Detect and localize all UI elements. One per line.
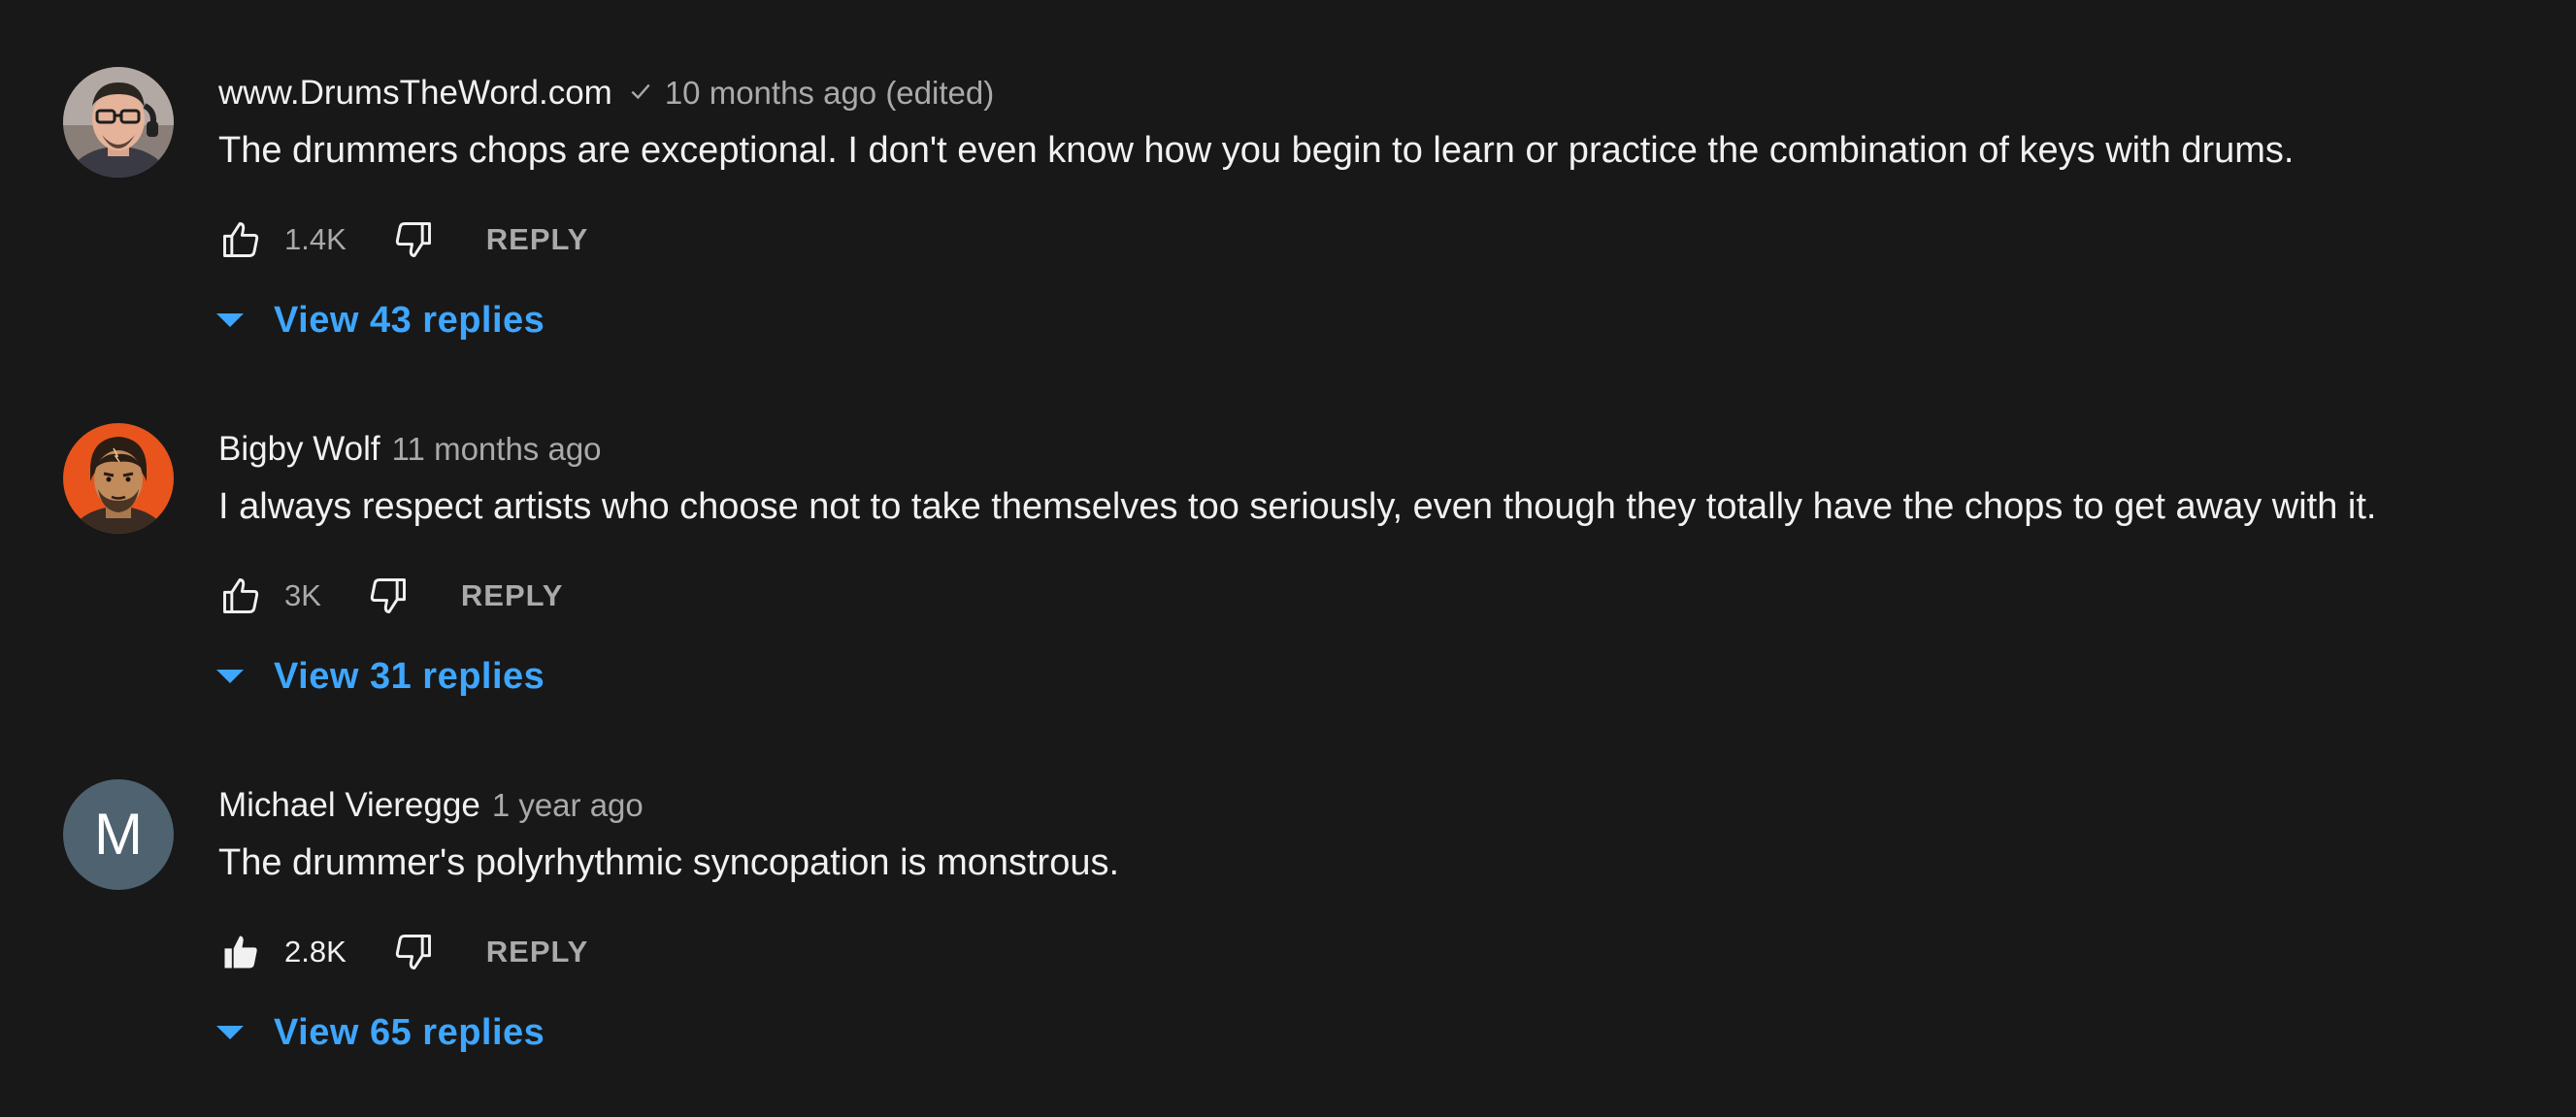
- dislike-button[interactable]: [391, 217, 436, 262]
- reply-button[interactable]: REPLY: [461, 578, 564, 613]
- thumb-down-icon: [395, 935, 431, 969]
- comment-timestamp[interactable]: 1 year ago: [492, 787, 644, 824]
- like-count: 2.8K: [284, 935, 347, 969]
- reply-button[interactable]: REPLY: [486, 935, 589, 969]
- like-button[interactable]: [218, 217, 263, 262]
- comment-timestamp[interactable]: 10 months ago (edited): [665, 75, 994, 112]
- comment-text: I always respect artists who choose not …: [218, 486, 2377, 527]
- author-name[interactable]: Bigby Wolf: [218, 430, 380, 469]
- like-button[interactable]: [218, 574, 263, 618]
- dislike-button[interactable]: [391, 930, 436, 974]
- comment-header: Michael Vieregge 1 year ago: [218, 782, 644, 829]
- avatar[interactable]: [63, 423, 174, 534]
- comment-header: Bigby Wolf 11 months ago: [218, 426, 602, 473]
- comment-text: The drummers chops are exceptional. I do…: [218, 130, 2295, 171]
- view-replies-label: View 65 replies: [274, 1011, 545, 1053]
- comment-actions: 1.4K REPLY: [218, 215, 588, 264]
- checkmark-icon: [628, 79, 653, 109]
- caret-down-icon: [216, 313, 244, 327]
- dislike-button[interactable]: [366, 574, 411, 618]
- avatar[interactable]: M: [63, 779, 174, 890]
- like-button[interactable]: [218, 930, 263, 974]
- author-name[interactable]: Michael Vieregge: [218, 786, 480, 825]
- thumb-down-icon: [370, 578, 406, 613]
- thumb-up-icon: [224, 936, 257, 969]
- caret-down-icon: [216, 1026, 244, 1039]
- bigby-wolf-avatar-icon: [63, 423, 174, 534]
- view-replies-label: View 31 replies: [274, 655, 545, 697]
- author-name[interactable]: www.DrumsTheWord.com: [218, 74, 612, 113]
- comment-actions: 3K REPLY: [218, 572, 563, 620]
- like-count: 3K: [284, 578, 321, 612]
- comment-text: The drummer's polyrhythmic syncopation i…: [218, 842, 1120, 883]
- thumb-up-icon: [223, 578, 259, 613]
- thumb-up-icon: [223, 222, 259, 257]
- avatar[interactable]: [63, 67, 174, 178]
- user-photo-avatar-icon: [63, 67, 174, 178]
- thumb-down-icon: [395, 222, 431, 257]
- avatar-letter: M: [94, 802, 143, 867]
- view-replies-button[interactable]: View 65 replies: [215, 1005, 545, 1060]
- view-replies-label: View 43 replies: [274, 299, 545, 341]
- comment-timestamp[interactable]: 11 months ago: [392, 431, 602, 468]
- comment-actions: 2.8K REPLY: [218, 928, 588, 976]
- view-replies-button[interactable]: View 31 replies: [215, 649, 545, 704]
- comment-header: www.DrumsTheWord.com 10 months ago (edit…: [218, 70, 994, 116]
- reply-button[interactable]: REPLY: [486, 222, 589, 257]
- like-count: 1.4K: [284, 222, 347, 256]
- view-replies-button[interactable]: View 43 replies: [215, 293, 545, 347]
- caret-down-icon: [216, 670, 244, 683]
